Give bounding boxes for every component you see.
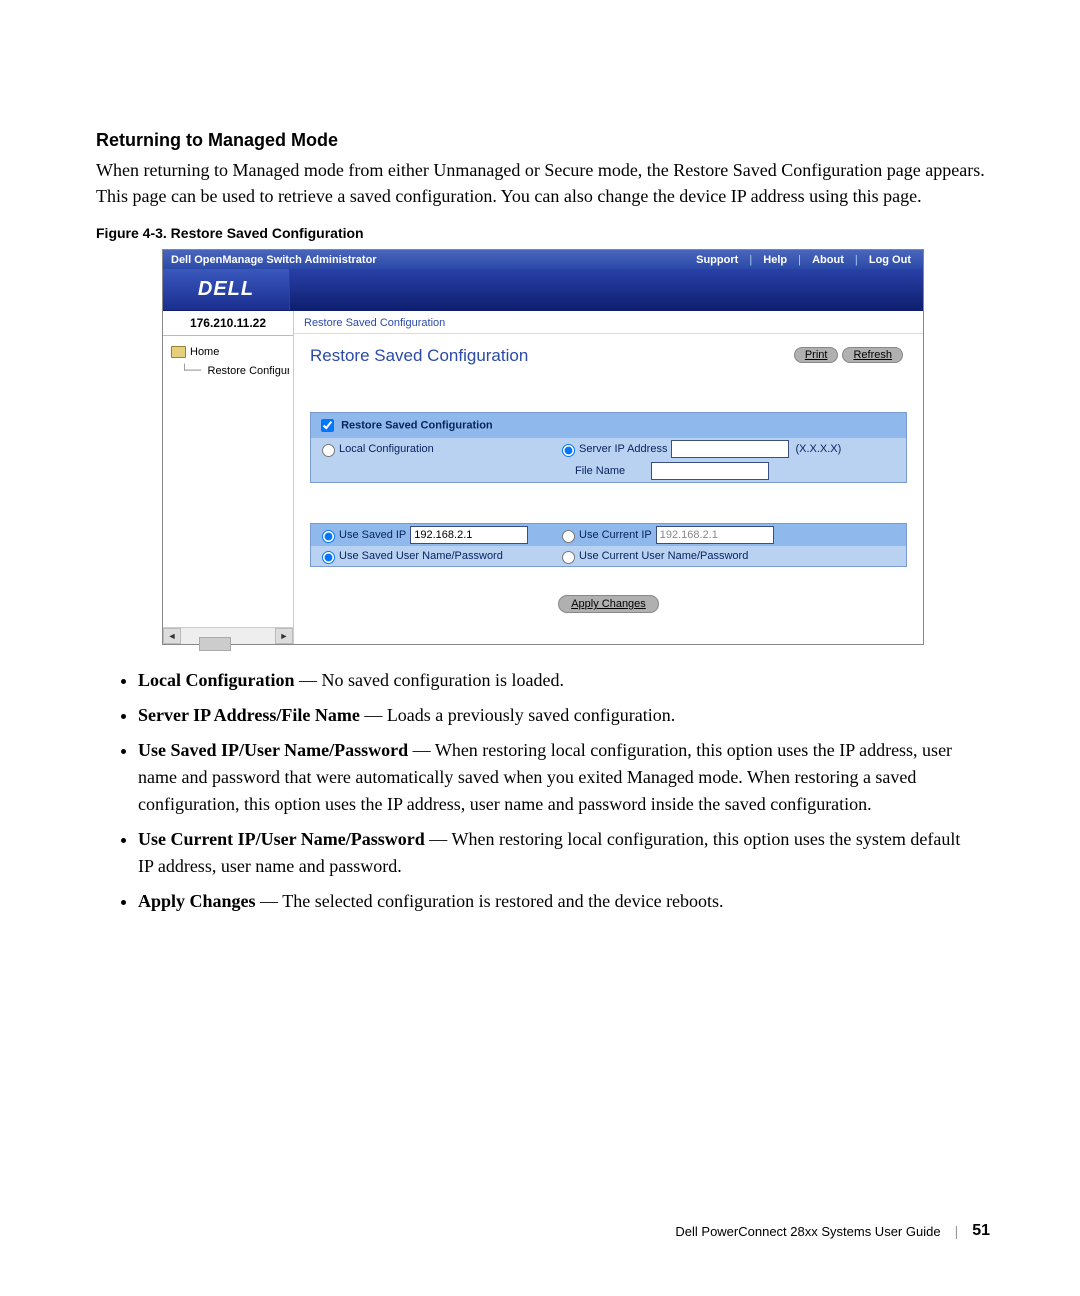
file-name-label: File Name [575, 465, 625, 477]
use-current-creds-radio[interactable] [562, 551, 575, 564]
local-config-label: Local Configuration [339, 443, 434, 455]
tree-leaf-restore[interactable]: └── Restore Configurati [181, 362, 289, 381]
main-area: Restore Saved Configuration Print Refres… [294, 311, 923, 644]
window-titlebar: Dell OpenManage Switch Administrator Sup… [163, 250, 923, 269]
list-item: Server IP Address/File Name — Loads a pr… [138, 702, 964, 729]
file-name-input[interactable] [651, 462, 769, 480]
top-nav-links: Support | Help | About | Log Out [692, 254, 915, 266]
sidebar-ip: 176.210.11.22 [163, 311, 293, 336]
use-saved-ip-radio[interactable] [322, 530, 335, 543]
tree-root[interactable]: Home [171, 344, 289, 362]
use-current-ip-label: Use Current IP [579, 529, 652, 541]
intro-paragraph: When returning to Managed mode from eith… [96, 157, 990, 209]
nav-help[interactable]: Help [763, 254, 787, 266]
figure-caption: Figure 4-3. Restore Saved Configuration [96, 225, 990, 241]
dell-logo-text: DELL [198, 278, 254, 301]
sidebar-scrollbar[interactable]: ◄ ► [163, 627, 293, 644]
server-ip-hint: (X.X.X.X) [795, 443, 841, 455]
sidebar: 176.210.11.22 Home └── Restore Configura… [163, 311, 294, 644]
use-saved-creds-label: Use Saved User Name/Password [339, 550, 503, 562]
panel-restore-config: Restore Saved Configuration Local Config… [310, 412, 907, 483]
nav-support[interactable]: Support [696, 254, 738, 266]
scroll-left-icon[interactable]: ◄ [163, 628, 181, 644]
definition-list: Local Configuration — No saved configura… [118, 667, 990, 915]
folder-icon [171, 346, 186, 358]
print-button[interactable]: Print [794, 347, 839, 363]
page-footer: Dell PowerConnect 28xx Systems User Guid… [675, 1222, 990, 1240]
server-ip-radio[interactable] [562, 444, 575, 457]
footer-separator: | [955, 1223, 959, 1239]
use-saved-ip-input[interactable] [410, 526, 528, 544]
dell-logo-tab: DELL [163, 269, 290, 310]
panel1-header: Restore Saved Configuration [311, 413, 906, 438]
panel-ip-credentials: Use Saved IP Use Current IP [310, 523, 907, 567]
server-ip-input[interactable] [671, 440, 789, 458]
restore-config-checkbox[interactable] [321, 419, 334, 432]
use-current-ip-radio[interactable] [562, 530, 575, 543]
apply-changes-button[interactable]: Apply Changes [558, 595, 659, 613]
list-item: Use Current IP/User Name/Password — When… [138, 826, 964, 880]
list-item: Local Configuration — No saved configura… [138, 667, 964, 694]
window-title: Dell OpenManage Switch Administrator [171, 254, 377, 266]
list-item: Use Saved IP/User Name/Password — When r… [138, 737, 964, 818]
screenshot-container: Dell OpenManage Switch Administrator Sup… [162, 249, 924, 645]
section-heading: Returning to Managed Mode [96, 130, 990, 151]
nav-logout[interactable]: Log Out [869, 254, 911, 266]
footer-page-number: 51 [972, 1222, 990, 1240]
scroll-right-icon[interactable]: ► [275, 628, 293, 644]
local-config-radio[interactable] [322, 444, 335, 457]
server-ip-label: Server IP Address [579, 443, 667, 455]
nav-tree: Home └── Restore Configurati [163, 336, 293, 380]
list-item: Apply Changes — The selected configurati… [138, 888, 964, 915]
use-current-creds-label: Use Current User Name/Password [579, 550, 748, 562]
breadcrumb: Restore Saved Configuration [294, 311, 923, 334]
refresh-button[interactable]: Refresh [842, 347, 903, 363]
use-saved-creds-radio[interactable] [322, 551, 335, 564]
scroll-thumb[interactable] [199, 637, 231, 651]
footer-guide-name: Dell PowerConnect 28xx Systems User Guid… [675, 1224, 940, 1239]
nav-about[interactable]: About [812, 254, 844, 266]
use-current-ip-input[interactable] [656, 526, 774, 544]
use-saved-ip-label: Use Saved IP [339, 529, 406, 541]
logo-strip: DELL [163, 269, 923, 311]
